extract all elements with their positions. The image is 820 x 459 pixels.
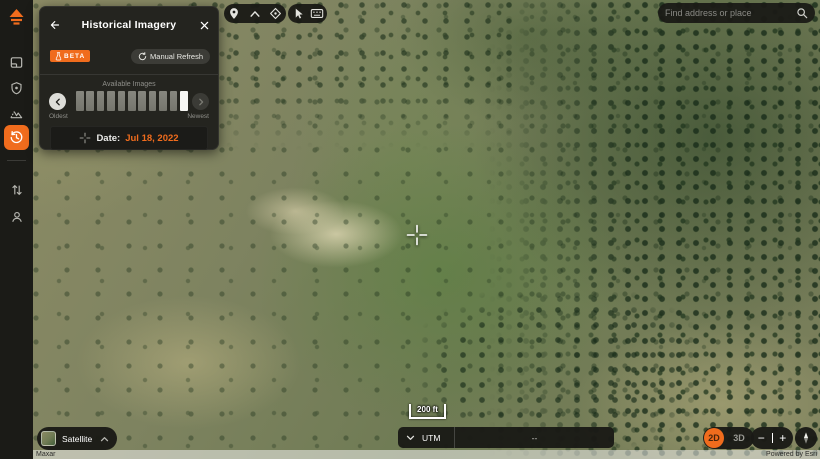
available-images-label: Available Images [102, 81, 156, 88]
attribution-bar: Maxar Powered by Esri [33, 450, 820, 459]
image-thumb[interactable] [117, 91, 126, 111]
select-cursor-tool[interactable] [289, 4, 307, 23]
date-value: Jul 18, 2022 [125, 132, 179, 144]
newest-label: Newest [187, 113, 209, 120]
strip-prev-button[interactable] [49, 93, 66, 110]
view-mode-toggle: 2D 3D [703, 427, 754, 449]
back-arrow-icon [50, 21, 60, 29]
manual-refresh-label: Manual Refresh [150, 52, 203, 61]
diamond-dot-icon [270, 7, 282, 20]
coord-system-label: UTM [422, 432, 441, 443]
cursor-icon [295, 8, 303, 19]
sidebar [0, 0, 33, 459]
image-thumb[interactable] [159, 91, 167, 111]
coordinate-bar[interactable]: UTM -- [398, 427, 614, 448]
zoom-divider [771, 433, 773, 443]
basemap-window-icon [10, 56, 23, 68]
scale-label: 200 ft [417, 405, 438, 414]
sidebar-item-sort[interactable] [4, 177, 30, 203]
manual-refresh-button[interactable]: Manual Refresh [131, 49, 210, 64]
attribution-left: Maxar [36, 451, 56, 458]
crosshair-icon [80, 132, 91, 144]
attribution-right: Powered by Esri [766, 451, 817, 458]
refresh-icon [138, 52, 147, 61]
oldest-label: Oldest [49, 113, 68, 120]
shield-dot-icon [11, 81, 22, 94]
scale-bar: 200 ft [409, 404, 446, 419]
history-clock-icon [10, 131, 23, 144]
chevron-right-icon [198, 98, 203, 105]
chevron-down-icon [406, 435, 414, 440]
back-button[interactable] [46, 17, 62, 33]
historical-imagery-panel: Historical Imagery BETA Manual Refresh A… [39, 6, 219, 150]
track-tool[interactable] [246, 4, 264, 23]
basemap-selector[interactable]: Satellite [37, 427, 117, 450]
pin-icon [230, 8, 239, 19]
compass-button[interactable] [795, 427, 817, 449]
image-thumb[interactable] [127, 91, 136, 111]
compass-needle-icon [803, 432, 809, 444]
image-thumb[interactable] [86, 91, 94, 111]
map-center-crosshair-icon [406, 224, 428, 246]
sidebar-item-basemap[interactable] [4, 49, 30, 75]
image-thumb[interactable] [76, 91, 84, 111]
mountains-icon [10, 110, 23, 118]
view-2d-button[interactable]: 2D [704, 428, 724, 448]
image-thumb[interactable] [169, 91, 178, 111]
keyboard-shortcuts-tool[interactable] [308, 4, 326, 23]
app-logo[interactable] [6, 8, 27, 28]
image-thumb[interactable] [96, 91, 105, 111]
panel-header: Historical Imagery [40, 17, 218, 33]
sidebar-item-account[interactable] [4, 204, 30, 230]
cursor-tools-group [288, 4, 327, 23]
app-window: Historical Imagery BETA Manual Refresh A… [0, 0, 820, 459]
strip-next-button[interactable] [192, 93, 209, 110]
chevron-up-icon [250, 10, 260, 17]
waypoint-pin-tool[interactable] [225, 4, 243, 23]
flask-icon [55, 51, 62, 60]
basemap-thumbnail [41, 431, 56, 446]
date-label: Date: [96, 132, 121, 144]
forest-overlay-mid [420, 290, 700, 450]
sidebar-divider [7, 160, 26, 161]
view-3d-button[interactable]: 3D [724, 433, 754, 443]
image-thumb[interactable] [107, 91, 115, 111]
person-icon [11, 211, 22, 222]
search-icon[interactable] [796, 7, 808, 19]
date-display[interactable]: Date: Jul 18, 2022 [50, 126, 208, 150]
image-thumb-selected[interactable] [179, 91, 188, 111]
keyboard-icon [311, 9, 324, 18]
panel-divider [40, 74, 218, 75]
coord-value: -- [531, 432, 538, 443]
chevron-left-icon [55, 98, 60, 105]
sidebar-item-historical-imagery-active[interactable] [4, 125, 29, 150]
zoom-in-button[interactable]: + [777, 432, 789, 444]
beta-label: BETA [64, 52, 86, 60]
map-tools-group [224, 4, 286, 23]
close-icon [200, 21, 208, 29]
basemap-label: Satellite [62, 433, 93, 444]
search-bar [658, 3, 815, 23]
search-input[interactable] [665, 8, 796, 18]
chevron-up-icon [100, 436, 109, 441]
beta-badge: BETA [50, 50, 91, 62]
coord-system-toggle[interactable] [398, 435, 422, 441]
navigate-tool[interactable] [267, 4, 285, 23]
image-thumb[interactable] [148, 91, 157, 111]
zoom-out-button[interactable]: − [755, 432, 767, 444]
zoom-controls: − + [751, 427, 793, 449]
panel-title: Historical Imagery [81, 19, 177, 31]
image-thumb[interactable] [138, 91, 146, 111]
sort-arrows-icon [11, 184, 22, 196]
close-button[interactable] [196, 17, 212, 33]
sidebar-item-shield[interactable] [4, 75, 30, 101]
sidebar-item-terrain[interactable] [4, 100, 30, 126]
